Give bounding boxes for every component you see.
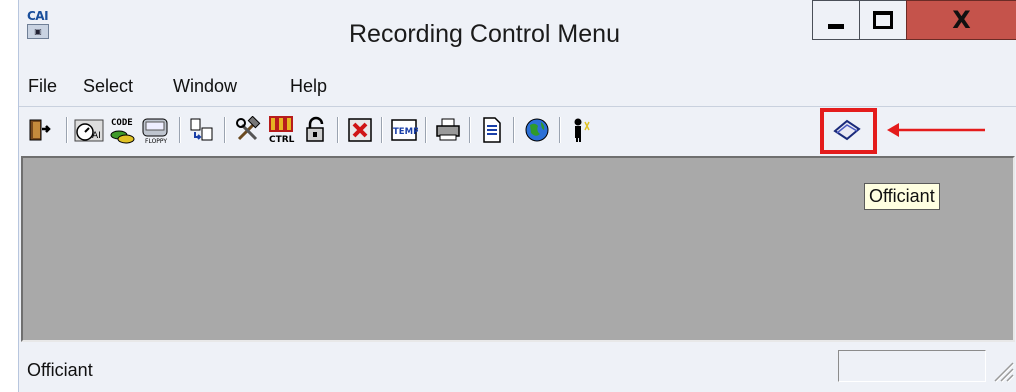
person-icon[interactable] [567,115,597,145]
close-icon: X [952,6,971,34]
toolbar-separator [513,117,515,143]
temp-icon[interactable]: TEMP [389,115,419,145]
globe-icon[interactable] [522,115,552,145]
app-icon[interactable]: CAI ▣ [27,10,53,42]
toolbar-separator [224,117,226,143]
exit-door-icon[interactable] [25,115,55,145]
svg-text:TEMP: TEMP [393,127,418,137]
menu-bar: File Select Window Help [19,74,1016,102]
tools-icon[interactable] [233,115,263,145]
control-icon[interactable]: CTRL [266,115,296,145]
toolbar-separator [559,117,561,143]
printer-icon[interactable] [433,115,463,145]
maximize-icon [873,11,893,29]
close-button[interactable]: X [906,0,1016,40]
app-icon-box: ▣ [27,24,49,39]
red-arrow-annotation [887,123,985,137]
svg-text:CTRL: CTRL [269,135,295,145]
highlight-box [820,108,877,154]
toolbar-separator [469,117,471,143]
status-bar: Officiant [19,347,1016,392]
maximize-button[interactable] [859,0,907,40]
toolbar-separator [425,117,427,143]
delete-icon[interactable] [345,115,375,145]
toolbar-separator [66,117,68,143]
svg-text:FLOPPY: FLOPPY [145,138,167,145]
window-title: Recording Control Menu [349,20,620,48]
tooltip: Officiant [864,183,940,210]
minimize-icon [828,23,844,29]
toolbar-separator [179,117,181,143]
resize-grip-icon[interactable] [989,357,1015,383]
status-pane [838,350,986,382]
toolbar-separator [381,117,383,143]
svg-text:AI: AI [92,131,101,141]
floppy-icon[interactable]: FLOPPY [140,115,170,145]
app-icon-label: CAI [27,9,49,23]
timer-gauge-icon[interactable]: AI [74,115,104,145]
minimize-button[interactable] [812,0,860,40]
main-window: CAI ▣ Recording Control Menu X File Sele… [18,0,1016,392]
document-icon[interactable] [477,115,507,145]
toolbar-separator [337,117,339,143]
menu-window[interactable]: Window [173,76,237,97]
padlock-icon[interactable] [300,115,330,145]
menu-file[interactable]: File [28,76,57,97]
status-text: Officiant [27,360,93,380]
copy-icon[interactable] [187,115,217,145]
menu-select[interactable]: Select [83,76,133,97]
code-icon[interactable]: CODE [107,115,137,145]
menu-help[interactable]: Help [290,76,327,97]
svg-text:CODE: CODE [111,118,133,128]
